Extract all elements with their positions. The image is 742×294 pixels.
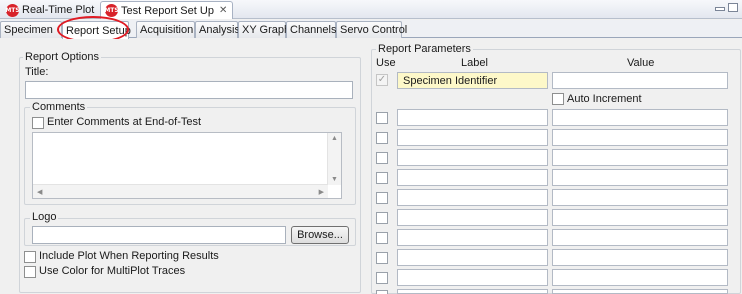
logo-path-input[interactable]: [32, 226, 286, 244]
use-column-header: Use: [376, 57, 396, 69]
browse-button[interactable]: Browse...: [291, 226, 349, 244]
mts-app-icon: MTS: [5, 3, 20, 17]
comments-textarea[interactable]: ▲ ▼ ◀ ▶: [32, 132, 342, 199]
label-field[interactable]: [397, 149, 548, 166]
scroll-left-arrow-icon[interactable]: ◀: [37, 188, 42, 196]
value-field[interactable]: [552, 289, 728, 294]
scroll-right-arrow-icon[interactable]: ▶: [319, 188, 324, 196]
tab-servo-control[interactable]: Servo Control: [336, 21, 407, 38]
use-checkbox[interactable]: [376, 132, 388, 144]
value-field-specimen-identifier[interactable]: [552, 72, 728, 89]
scroll-down-arrow-icon[interactable]: ▼: [331, 176, 338, 183]
value-field[interactable]: [552, 169, 728, 186]
use-checkbox[interactable]: [376, 290, 388, 294]
value-field[interactable]: [552, 209, 728, 226]
value-field[interactable]: [552, 229, 728, 246]
label-column-header: Label: [461, 57, 488, 69]
enter-comments-checkbox[interactable]: [32, 117, 44, 129]
include-plot-checkbox[interactable]: [24, 251, 36, 263]
label-field[interactable]: [397, 209, 548, 226]
vertical-scrollbar[interactable]: ▲ ▼: [327, 133, 341, 185]
maximize-icon[interactable]: [728, 3, 738, 12]
view-tab-label: Real-Time Plot: [22, 4, 95, 16]
minimize-icon[interactable]: [715, 7, 725, 11]
report-parameters-legend: Report Parameters: [376, 43, 473, 55]
tab-xy-graph[interactable]: XY Graph: [238, 21, 290, 38]
tab-channels[interactable]: Channels: [286, 21, 336, 38]
use-color-label: Use Color for MultiPlot Traces: [39, 265, 186, 277]
use-checkbox-specimen-identifier: ✓: [376, 74, 388, 86]
comments-legend: Comments: [30, 101, 88, 113]
tab-acquisition[interactable]: Acquisition: [136, 21, 195, 38]
use-color-checkbox[interactable]: [24, 266, 36, 278]
auto-increment-checkbox[interactable]: [552, 93, 564, 105]
label-field-specimen-identifier[interactable]: Specimen Identifier: [397, 72, 548, 89]
value-field[interactable]: [552, 269, 728, 286]
value-field[interactable]: [552, 129, 728, 146]
view-tab-label: Test Report Set Up: [121, 4, 214, 17]
use-checkbox[interactable]: [376, 272, 388, 284]
enter-comments-label: Enter Comments at End-of-Test: [47, 116, 202, 128]
include-plot-label: Include Plot When Reporting Results: [39, 250, 219, 262]
label-field[interactable]: [397, 109, 548, 126]
logo-legend: Logo: [30, 211, 59, 223]
label-field[interactable]: [397, 129, 548, 146]
use-checkbox[interactable]: [376, 252, 388, 264]
value-field[interactable]: [552, 249, 728, 266]
label-field[interactable]: [397, 289, 548, 294]
use-checkbox[interactable]: [376, 172, 388, 184]
horizontal-scrollbar[interactable]: ◀ ▶: [33, 184, 328, 198]
use-checkbox[interactable]: [376, 192, 388, 204]
value-column-header: Value: [627, 57, 655, 69]
label-field[interactable]: [397, 249, 548, 266]
auto-increment-label: Auto Increment: [567, 93, 642, 105]
view-tab-test-report-set-up[interactable]: MTS Test Report Set Up ✕: [100, 1, 234, 19]
tab-analysis[interactable]: Analysis: [195, 21, 240, 38]
value-field[interactable]: [552, 109, 728, 126]
value-field[interactable]: [552, 189, 728, 206]
label-field[interactable]: [397, 169, 548, 186]
mts-app-icon: MTS: [104, 4, 119, 17]
use-checkbox[interactable]: [376, 152, 388, 164]
value-field[interactable]: [552, 149, 728, 166]
tab-specimen[interactable]: Specimen: [0, 21, 62, 38]
view-tab-bar: MTS Real-Time Plot MTS Test Report Set U…: [0, 0, 742, 19]
label-field[interactable]: [397, 229, 548, 246]
use-checkbox[interactable]: [376, 212, 388, 224]
title-input[interactable]: [25, 81, 353, 99]
use-checkbox[interactable]: [376, 112, 388, 124]
label-field[interactable]: [397, 189, 548, 206]
use-checkbox[interactable]: [376, 232, 388, 244]
scroll-up-arrow-icon[interactable]: ▲: [331, 135, 338, 142]
close-tab-icon[interactable]: ✕: [219, 5, 227, 16]
title-label: Title:: [25, 66, 49, 78]
label-field-text: Specimen Identifier: [403, 75, 498, 87]
report-options-legend: Report Options: [23, 51, 101, 63]
label-field[interactable]: [397, 269, 548, 286]
